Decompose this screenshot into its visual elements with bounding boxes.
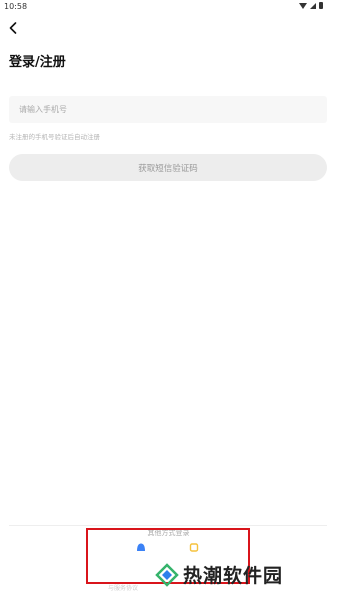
status-time: 10:58 — [4, 2, 28, 11]
signal-icon — [310, 2, 316, 9]
watermark: 热潮软件园 — [155, 561, 283, 588]
login-option-yellow[interactable] — [187, 541, 201, 555]
login-option-blue[interactable] — [134, 541, 148, 555]
bell-icon — [137, 543, 145, 551]
page-title: 登录/注册 — [9, 55, 66, 70]
battery-icon — [319, 2, 323, 9]
chevron-left-icon — [9, 22, 17, 34]
get-sms-code-button[interactable]: 获取短信验证码 — [9, 154, 327, 181]
square-icon — [189, 543, 199, 552]
phone-hint: 未注册的手机号验证后自动注册 — [9, 133, 100, 141]
watermark-text: 热潮软件园 — [183, 565, 284, 587]
wifi-icon — [299, 2, 307, 9]
watermark-logo-icon — [155, 562, 179, 587]
phone-input[interactable] — [9, 96, 327, 123]
back-button[interactable] — [6, 20, 20, 36]
agreement-text: 与服务协议 — [108, 585, 139, 592]
status-icons — [299, 2, 323, 9]
status-bar: 10:58 — [0, 0, 337, 14]
